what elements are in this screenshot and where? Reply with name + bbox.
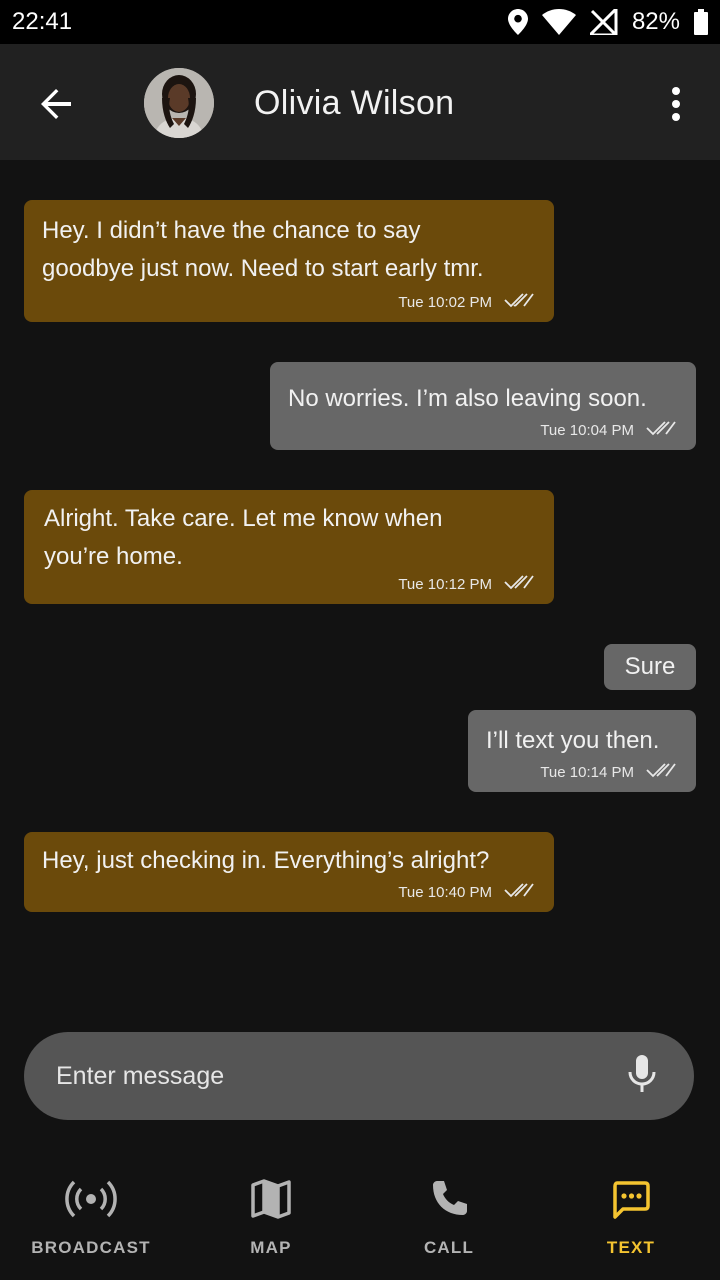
nav-broadcast-label: BROADCAST <box>31 1238 151 1257</box>
location-icon <box>507 9 528 35</box>
message-bubble-outgoing[interactable]: No worries. I’m also leaving soon. Tue 1… <box>270 362 696 450</box>
double-check-icon <box>646 420 676 440</box>
microphone-icon <box>627 1054 657 1098</box>
bottom-navigation: BROADCAST MAP CALL TEXT <box>0 1160 720 1280</box>
wifi-icon <box>541 9 576 35</box>
message-composer <box>24 1032 694 1120</box>
message-list[interactable]: Hey. I didn’t have the chance to say goo… <box>0 160 720 1020</box>
message-text: No worries. I’m also leaving soon. <box>288 385 647 412</box>
nav-call-label: CALL <box>423 1238 475 1257</box>
message-time: Tue 10:02 PM <box>398 293 492 311</box>
microphone-button[interactable] <box>622 1052 662 1100</box>
message-bubble-outgoing[interactable]: Sure <box>604 644 696 690</box>
nav-map-label: MAP <box>250 1238 292 1257</box>
message-bubble-incoming[interactable]: Hey. I didn’t have the chance to say goo… <box>24 200 554 322</box>
message-text: Hey. I didn’t have the chance to say goo… <box>42 217 484 282</box>
battery-level: 82% <box>631 8 680 35</box>
message-time: Tue 10:12 PM <box>398 575 492 593</box>
nav-text[interactable]: TEXT <box>582 1160 680 1280</box>
avatar[interactable] <box>144 68 214 138</box>
broadcast-icon <box>65 1179 117 1224</box>
double-check-icon <box>504 574 534 594</box>
more-options-button[interactable] <box>656 82 696 130</box>
double-check-icon <box>504 292 534 312</box>
double-check-icon <box>646 762 676 782</box>
nav-broadcast[interactable]: BROADCAST <box>30 1160 152 1280</box>
message-text: Hey, just checking in. Everything’s alri… <box>42 847 490 874</box>
more-vertical-icon <box>670 86 682 127</box>
chat-bubble-icon <box>612 1181 650 1224</box>
message-time: Tue 10:14 PM <box>540 763 634 781</box>
message-bubble-outgoing[interactable]: I’ll text you then. Tue 10:14 PM <box>468 710 696 792</box>
status-time: 22:41 <box>12 8 73 35</box>
chat-header: Olivia Wilson <box>0 44 720 160</box>
message-bubble-incoming[interactable]: Alright. Take care. Let me know when you… <box>24 490 554 604</box>
message-text: I’ll text you then. <box>486 727 660 754</box>
map-icon <box>251 1179 291 1224</box>
avatar-photo <box>144 68 214 138</box>
status-bar: 22:41 82% <box>0 0 720 44</box>
contact-name: Olivia Wilson <box>254 84 455 122</box>
nav-text-label: TEXT <box>606 1238 656 1257</box>
message-text: Sure <box>624 653 676 680</box>
phone-icon <box>429 1179 469 1224</box>
nav-call[interactable]: CALL <box>400 1160 498 1280</box>
arrow-left-icon <box>39 87 73 126</box>
message-time: Tue 10:40 PM <box>398 883 492 901</box>
back-button[interactable] <box>32 82 80 130</box>
nav-map[interactable]: MAP <box>222 1160 320 1280</box>
message-input[interactable] <box>56 1061 622 1091</box>
message-bubble-incoming[interactable]: Hey, just checking in. Everything’s alri… <box>24 832 554 912</box>
message-time: Tue 10:04 PM <box>540 421 634 439</box>
no-signal-icon <box>589 9 618 35</box>
message-text: Alright. Take care. Let me know when you… <box>44 505 443 570</box>
double-check-icon <box>504 882 534 902</box>
battery-icon <box>694 9 708 35</box>
